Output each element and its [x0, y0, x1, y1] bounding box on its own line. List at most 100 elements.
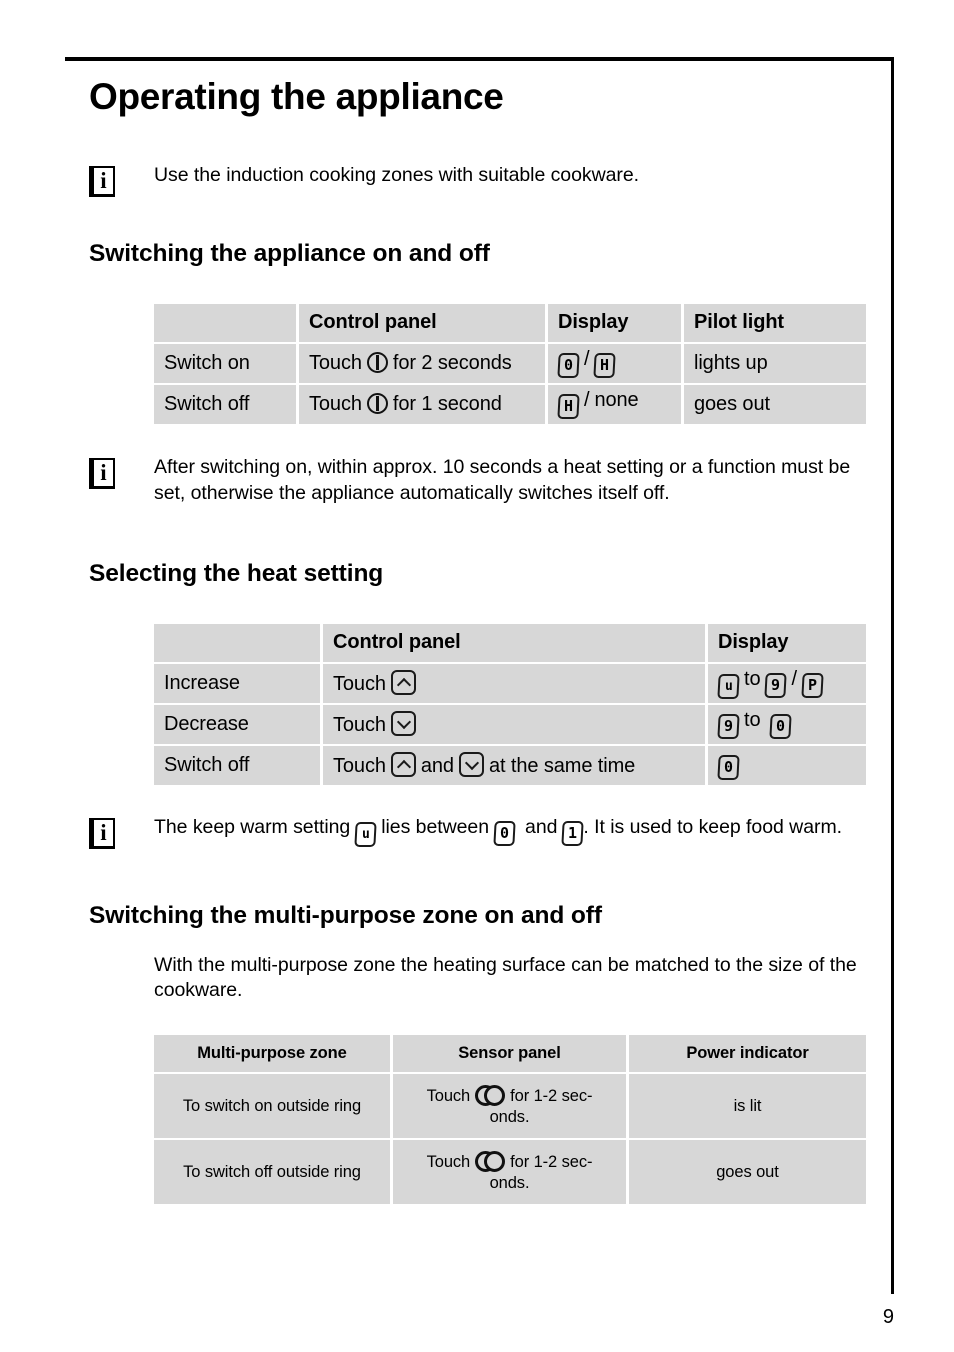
cell-display: 0 [708, 745, 866, 785]
cell-sensor-panel: Touch for 1-2 sec- onds. [393, 1074, 626, 1139]
touch-label: Touch [426, 1153, 471, 1172]
cell-control-panel: Touch [323, 704, 705, 744]
cell-display: u to 9/P [708, 663, 866, 703]
table-header-row: Control panel Display Pilot light [154, 303, 866, 342]
display-chip: H [557, 394, 580, 420]
touch-label: Touch [309, 392, 362, 415]
table-row: Switch off Touch and at the same time 0 [154, 745, 866, 785]
duration-label: for 1 second [392, 392, 502, 415]
page-number: 9 [882, 1306, 894, 1328]
cell-control-panel: Touch for 1 second [299, 384, 545, 424]
display-chip: 0 [769, 714, 793, 740]
table-row: Increase Touch u to 9/P [154, 663, 866, 703]
touch-label: Touch [333, 673, 386, 696]
duration-label: for 2 seconds [392, 351, 512, 374]
conjunction-label: and [420, 755, 454, 778]
display-chip: 1 [561, 820, 585, 846]
keep-warm-text-3: and [525, 815, 558, 838]
multi-zone-ring-icon [475, 1085, 506, 1107]
chevron-up-icon [390, 670, 416, 696]
sensor-line-2: onds. [489, 1173, 530, 1192]
cell-action: Decrease [154, 704, 320, 744]
keep-warm-text-4: . It is used to keep food warm. [583, 815, 842, 838]
cell-display: H / none [548, 384, 681, 424]
display-chip: 9 [764, 672, 788, 698]
keep-warm-text-2: lies between [381, 815, 490, 838]
display-none-label: none [594, 389, 639, 412]
touch-label: Touch [309, 351, 362, 374]
range-word: to [744, 709, 761, 732]
cell-sensor-panel: Touch for 1-2 sec- onds. [393, 1140, 626, 1205]
keep-warm-text-1: The keep warm setting [154, 815, 351, 838]
separator: / [584, 389, 590, 412]
display-chip: 0 [557, 353, 580, 379]
section-heading-multi-purpose-zone: Switching the multi-purpose zone on and … [89, 901, 602, 929]
cell-action: Switch off [154, 384, 296, 424]
table-row: Switch on Touch for 2 seconds 0/H lights … [154, 343, 866, 383]
table-header-blank [154, 303, 296, 342]
multi-zone-ring-icon [475, 1151, 506, 1173]
duration-label-1: for 1-2 sec- [510, 1153, 593, 1172]
cell-zone-action: To switch off outside ring [154, 1140, 390, 1205]
table-header-sensor-panel: Sensor panel [393, 1035, 626, 1073]
intro-note: i Use the induction cooking zones with s… [89, 163, 869, 197]
page-title: Operating the appliance [89, 76, 504, 117]
cell-control-panel: Touch for 2 seconds [299, 343, 545, 383]
intro-note-text: Use the induction cooking zones with sui… [154, 163, 640, 186]
table-row: To switch off outside ring Touch for 1-2 … [154, 1140, 866, 1205]
table-header-power-indicator: Power indicator [629, 1035, 866, 1073]
info-icon: i [89, 817, 115, 849]
table-row: Switch off Touch for 1 second H / none goes… [154, 384, 866, 424]
display-chip: u [354, 821, 377, 847]
table-header-pilot-light: Pilot light [684, 303, 866, 342]
sensor-line-1: Touch for 1-2 sec- [399, 1085, 620, 1107]
duration-label: at the same time [488, 755, 636, 778]
table-header-row: Control panel Display [154, 623, 866, 662]
table-header-display: Display [708, 623, 866, 662]
chevron-up-icon [390, 752, 416, 778]
cell-zone-action: To switch on outside ring [154, 1074, 390, 1139]
chevron-down-icon [390, 711, 416, 737]
table-row: To switch on outside ring Touch for 1-2 s… [154, 1074, 866, 1139]
note-auto-switch-off: i After switching on, within approx. 10 … [89, 455, 869, 507]
sensor-line-2: onds. [489, 1107, 530, 1126]
cell-action: Switch off [154, 745, 320, 785]
table-switching-on-off: Control panel Display Pilot light Switch… [154, 302, 866, 426]
table-header-blank [154, 623, 320, 662]
note-auto-switch-off-text: After switching on, within approx. 10 se… [154, 455, 851, 504]
display-chip: 0 [493, 820, 516, 846]
display-chip: 9 [717, 714, 740, 740]
page-content: Operating the appliance i Use the induct… [89, 76, 869, 1206]
table-header-row: Multi-purpose zone Sensor panel Power in… [154, 1035, 866, 1073]
table-header-multi-purpose-zone: Multi-purpose zone [154, 1035, 390, 1073]
cell-pilot-light: lights up [684, 343, 866, 383]
cell-action: Switch on [154, 343, 296, 383]
sensor-line-1: Touch for 1-2 sec- [399, 1151, 620, 1173]
cell-pilot-light: goes out [684, 384, 866, 424]
touch-label: Touch [333, 714, 386, 737]
cell-power-indicator: goes out [629, 1140, 866, 1205]
display-chip: P [801, 672, 824, 698]
multi-purpose-zone-paragraph: With the multi-purpose zone the heating … [154, 953, 857, 1002]
cell-control-panel: Touch and at the same time [323, 745, 705, 785]
touch-label: Touch [333, 755, 386, 778]
cell-control-panel: Touch [323, 663, 705, 703]
separator: / [791, 667, 797, 690]
info-icon: i [89, 457, 115, 489]
cell-display: 9 to 0 [708, 704, 866, 744]
section-heading-switching: Switching the appliance on and off [89, 239, 490, 267]
duration-label-1: for 1-2 sec- [510, 1087, 593, 1106]
cell-power-indicator: is lit [629, 1074, 866, 1139]
power-icon [366, 392, 388, 414]
separator: / [584, 348, 590, 371]
range-word: to [744, 667, 761, 690]
table-multi-purpose-zone: Multi-purpose zone Sensor panel Power in… [154, 1033, 866, 1206]
table-row: Decrease Touch 9 to 0 [154, 704, 866, 744]
note-keep-warm: i The keep warm setting u lies between 0 and… [89, 815, 869, 849]
display-chip: u [717, 673, 740, 699]
table-header-display: Display [548, 303, 681, 342]
touch-label: Touch [426, 1087, 471, 1106]
section-heading-heat-setting: Selecting the heat setting [89, 559, 384, 587]
info-icon: i [89, 165, 115, 197]
display-chip: 0 [717, 755, 740, 781]
